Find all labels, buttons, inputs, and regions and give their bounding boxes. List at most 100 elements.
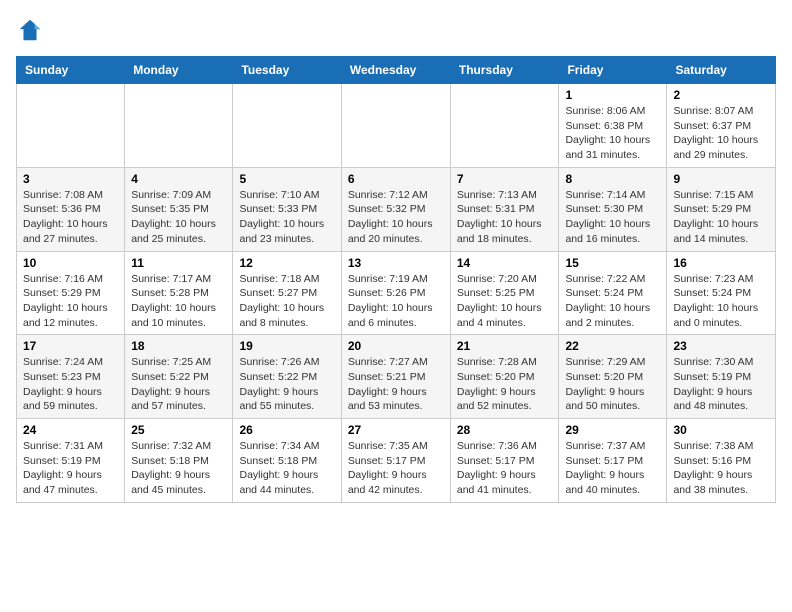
calendar-cell: 24 Sunrise: 7:31 AM Sunset: 5:19 PM Dayli… <box>17 419 125 503</box>
day-number: 1 <box>565 88 660 102</box>
day-number: 23 <box>673 339 769 353</box>
calendar-week-row: 3Sunrise: 7:08 AM Sunset: 5:36 PM Daylig… <box>17 167 776 251</box>
calendar-cell: 4 Sunrise: 7:09 AM Sunset: 5:35 PM Daylig… <box>125 167 233 251</box>
day-of-week-header: Tuesday <box>233 57 341 84</box>
day-info: Sunrise: 7:34 AM Sunset: 5:18 PM Dayligh… <box>239 439 334 498</box>
logo-icon <box>16 16 44 44</box>
calendar-cell: 8Sunrise: 7:14 AM Sunset: 5:30 PM Daylig… <box>559 167 667 251</box>
calendar-table: SundayMondayTuesdayWednesdayThursdayFrid… <box>16 56 776 503</box>
calendar-cell: 10Sunrise: 7:16 AM Sunset: 5:29 PM Dayli… <box>17 251 125 335</box>
day-info: Sunrise: 7:17 AM Sunset: 5:28 PM Dayligh… <box>131 272 226 331</box>
calendar-cell: 17 Sunrise: 7:24 AM Sunset: 5:23 PM Dayli… <box>17 335 125 419</box>
calendar-cell <box>125 84 233 168</box>
calendar-cell: 27Sunrise: 7:35 AM Sunset: 5:17 PM Dayli… <box>341 419 450 503</box>
day-number: 2 <box>673 88 769 102</box>
calendar-cell: 25Sunrise: 7:32 AM Sunset: 5:18 PM Dayli… <box>125 419 233 503</box>
day-info: Sunrise: 7:38 AM Sunset: 5:16 PM Dayligh… <box>673 439 769 498</box>
calendar-cell: 29 Sunrise: 7:37 AM Sunset: 5:17 PM Dayli… <box>559 419 667 503</box>
calendar-cell: 11 Sunrise: 7:17 AM Sunset: 5:28 PM Dayli… <box>125 251 233 335</box>
calendar-cell: 21 Sunrise: 7:28 AM Sunset: 5:20 PM Dayli… <box>450 335 559 419</box>
day-of-week-header: Friday <box>559 57 667 84</box>
day-number: 7 <box>457 172 553 186</box>
day-number: 15 <box>565 256 660 270</box>
day-info: Sunrise: 7:12 AM Sunset: 5:32 PM Dayligh… <box>348 188 444 247</box>
day-info: Sunrise: 7:22 AM Sunset: 5:24 PM Dayligh… <box>565 272 660 331</box>
calendar-cell: 7 Sunrise: 7:13 AM Sunset: 5:31 PM Daylig… <box>450 167 559 251</box>
calendar-cell: 1 Sunrise: 8:06 AM Sunset: 6:38 PM Daylig… <box>559 84 667 168</box>
day-info: Sunrise: 7:19 AM Sunset: 5:26 PM Dayligh… <box>348 272 444 331</box>
day-number: 11 <box>131 256 226 270</box>
day-number: 19 <box>239 339 334 353</box>
calendar-cell: 9 Sunrise: 7:15 AM Sunset: 5:29 PM Daylig… <box>667 167 776 251</box>
day-info: Sunrise: 7:30 AM Sunset: 5:19 PM Dayligh… <box>673 355 769 414</box>
day-info: Sunrise: 7:28 AM Sunset: 5:20 PM Dayligh… <box>457 355 553 414</box>
day-number: 13 <box>348 256 444 270</box>
day-of-week-header: Monday <box>125 57 233 84</box>
calendar-week-row: 1 Sunrise: 8:06 AM Sunset: 6:38 PM Daylig… <box>17 84 776 168</box>
day-number: 12 <box>239 256 334 270</box>
day-info: Sunrise: 7:08 AM Sunset: 5:36 PM Dayligh… <box>23 188 118 247</box>
day-of-week-header: Saturday <box>667 57 776 84</box>
day-number: 28 <box>457 423 553 437</box>
day-info: Sunrise: 7:27 AM Sunset: 5:21 PM Dayligh… <box>348 355 444 414</box>
calendar-cell <box>450 84 559 168</box>
day-info: Sunrise: 7:23 AM Sunset: 5:24 PM Dayligh… <box>673 272 769 331</box>
calendar-cell: 3Sunrise: 7:08 AM Sunset: 5:36 PM Daylig… <box>17 167 125 251</box>
day-number: 10 <box>23 256 118 270</box>
day-number: 26 <box>239 423 334 437</box>
day-info: Sunrise: 7:20 AM Sunset: 5:25 PM Dayligh… <box>457 272 553 331</box>
day-number: 24 <box>23 423 118 437</box>
day-number: 9 <box>673 172 769 186</box>
calendar-cell: 6 Sunrise: 7:12 AM Sunset: 5:32 PM Daylig… <box>341 167 450 251</box>
calendar-cell: 15 Sunrise: 7:22 AM Sunset: 5:24 PM Dayli… <box>559 251 667 335</box>
day-info: Sunrise: 7:36 AM Sunset: 5:17 PM Dayligh… <box>457 439 553 498</box>
day-number: 30 <box>673 423 769 437</box>
calendar-cell: 14Sunrise: 7:20 AM Sunset: 5:25 PM Dayli… <box>450 251 559 335</box>
day-of-week-header: Sunday <box>17 57 125 84</box>
day-info: Sunrise: 7:31 AM Sunset: 5:19 PM Dayligh… <box>23 439 118 498</box>
calendar-cell: 18Sunrise: 7:25 AM Sunset: 5:22 PM Dayli… <box>125 335 233 419</box>
calendar-cell <box>341 84 450 168</box>
calendar-cell: 13 Sunrise: 7:19 AM Sunset: 5:26 PM Dayli… <box>341 251 450 335</box>
calendar-cell: 5 Sunrise: 7:10 AM Sunset: 5:33 PM Daylig… <box>233 167 341 251</box>
day-info: Sunrise: 7:13 AM Sunset: 5:31 PM Dayligh… <box>457 188 553 247</box>
day-info: Sunrise: 7:15 AM Sunset: 5:29 PM Dayligh… <box>673 188 769 247</box>
calendar-cell <box>17 84 125 168</box>
day-info: Sunrise: 7:25 AM Sunset: 5:22 PM Dayligh… <box>131 355 226 414</box>
day-number: 25 <box>131 423 226 437</box>
day-number: 5 <box>239 172 334 186</box>
day-number: 17 <box>23 339 118 353</box>
day-info: Sunrise: 7:10 AM Sunset: 5:33 PM Dayligh… <box>239 188 334 247</box>
day-info: Sunrise: 8:06 AM Sunset: 6:38 PM Dayligh… <box>565 104 660 163</box>
calendar-cell: 2 Sunrise: 8:07 AM Sunset: 6:37 PM Daylig… <box>667 84 776 168</box>
calendar-cell: 20 Sunrise: 7:27 AM Sunset: 5:21 PM Dayli… <box>341 335 450 419</box>
day-info: Sunrise: 7:18 AM Sunset: 5:27 PM Dayligh… <box>239 272 334 331</box>
calendar-week-row: 10Sunrise: 7:16 AM Sunset: 5:29 PM Dayli… <box>17 251 776 335</box>
day-number: 16 <box>673 256 769 270</box>
day-number: 27 <box>348 423 444 437</box>
day-number: 20 <box>348 339 444 353</box>
day-info: Sunrise: 7:24 AM Sunset: 5:23 PM Dayligh… <box>23 355 118 414</box>
day-info: Sunrise: 7:09 AM Sunset: 5:35 PM Dayligh… <box>131 188 226 247</box>
day-number: 6 <box>348 172 444 186</box>
day-number: 29 <box>565 423 660 437</box>
calendar-cell: 30 Sunrise: 7:38 AM Sunset: 5:16 PM Dayli… <box>667 419 776 503</box>
page-header <box>16 16 776 44</box>
calendar-cell <box>233 84 341 168</box>
day-info: Sunrise: 7:37 AM Sunset: 5:17 PM Dayligh… <box>565 439 660 498</box>
day-number: 21 <box>457 339 553 353</box>
day-of-week-header: Thursday <box>450 57 559 84</box>
day-info: Sunrise: 8:07 AM Sunset: 6:37 PM Dayligh… <box>673 104 769 163</box>
day-number: 22 <box>565 339 660 353</box>
logo <box>16 16 48 44</box>
calendar-cell: 28 Sunrise: 7:36 AM Sunset: 5:17 PM Dayli… <box>450 419 559 503</box>
calendar-header-row: SundayMondayTuesdayWednesdayThursdayFrid… <box>17 57 776 84</box>
day-of-week-header: Wednesday <box>341 57 450 84</box>
day-info: Sunrise: 7:29 AM Sunset: 5:20 PM Dayligh… <box>565 355 660 414</box>
calendar-week-row: 17 Sunrise: 7:24 AM Sunset: 5:23 PM Dayli… <box>17 335 776 419</box>
calendar-cell: 16 Sunrise: 7:23 AM Sunset: 5:24 PM Dayli… <box>667 251 776 335</box>
day-info: Sunrise: 7:14 AM Sunset: 5:30 PM Dayligh… <box>565 188 660 247</box>
calendar-cell: 26 Sunrise: 7:34 AM Sunset: 5:18 PM Dayli… <box>233 419 341 503</box>
calendar-cell: 19Sunrise: 7:26 AM Sunset: 5:22 PM Dayli… <box>233 335 341 419</box>
day-number: 4 <box>131 172 226 186</box>
